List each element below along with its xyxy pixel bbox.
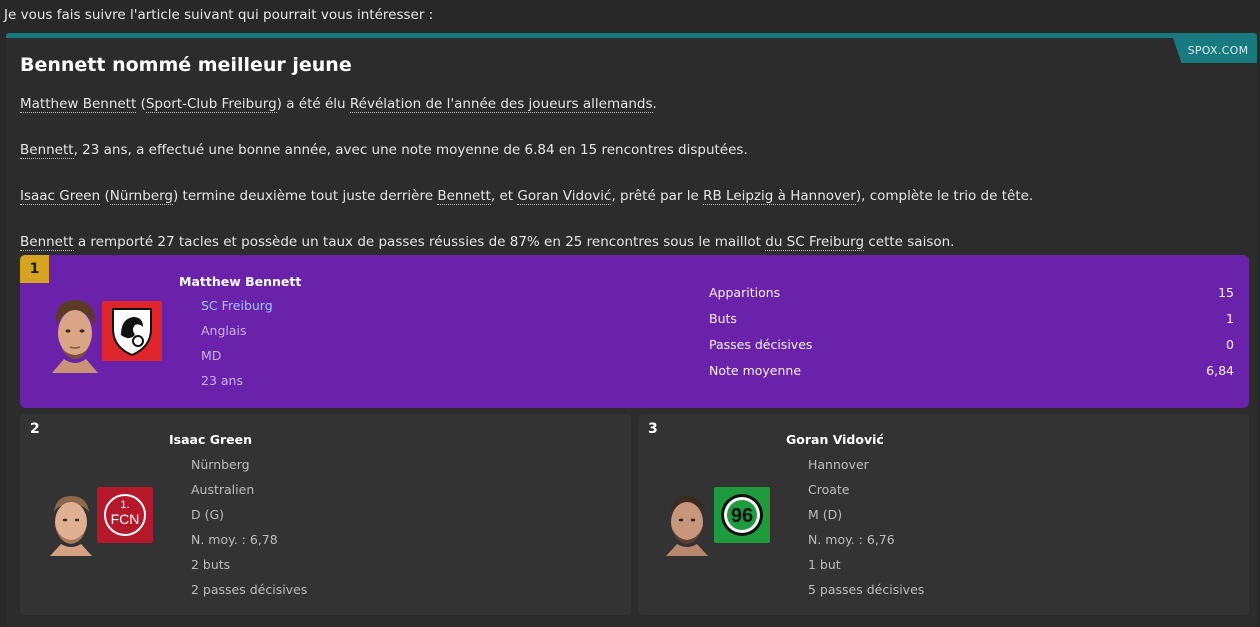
text: a remporté 27 tacles et possède un taux … — [73, 234, 766, 250]
player-face-icon[interactable] — [664, 492, 710, 556]
text: , prêté par le — [611, 188, 704, 204]
player-name[interactable]: Goran Vidović — [786, 432, 884, 447]
player-link[interactable]: Bennett — [437, 188, 491, 205]
player-age: 23 ans — [201, 373, 243, 388]
player-nationality: Anglais — [201, 323, 247, 338]
hannover96-crest-icon[interactable]: 96 — [714, 487, 770, 543]
player-position: D (G) — [191, 507, 225, 522]
rank-number: 2 — [30, 421, 40, 437]
fcn-crest-icon[interactable]: 1. FCN — [97, 487, 153, 543]
text: , 23 ans, a effectué une bonne année, av… — [73, 142, 748, 158]
player-club[interactable]: Nürnberg — [191, 457, 250, 472]
third-place-panel[interactable]: 3 96 Goran Vidović Hannover Croate M (D)… — [638, 414, 1249, 615]
player-rating: N. moy. : 6,78 — [191, 532, 278, 547]
player-face-icon[interactable] — [50, 297, 100, 373]
second-place-panel[interactable]: 2 1. FCN Isaac Green Nürnberg Australien… — [20, 414, 631, 615]
crest-letters: FCN — [111, 511, 140, 527]
player-stats-table: Apparitions 15 Buts 1 Passes décisives 0… — [709, 279, 1234, 383]
text: ( — [136, 96, 146, 112]
player-goals: 2 buts — [191, 557, 231, 572]
paragraph-3: Isaac Green (Nürnberg) termine deuxième … — [20, 188, 1034, 205]
player-assists: 2 passes décisives — [191, 582, 308, 597]
player-club[interactable]: SC Freiburg — [201, 298, 273, 313]
player-club[interactable]: Hannover — [808, 457, 869, 472]
paragraph-2: Bennett, 23 ans, a effectué une bonne an… — [20, 142, 748, 159]
text: ( — [100, 188, 110, 204]
player-face-icon[interactable] — [48, 492, 94, 556]
player-nationality: Australien — [191, 482, 255, 497]
paragraph-4: Bennett a remporté 27 tacles et possède … — [20, 234, 955, 251]
player-position: M (D) — [808, 507, 843, 522]
stat-label: Buts — [709, 310, 737, 326]
text: ) termine deuxième tout juste derrière — [173, 188, 438, 204]
stat-row: Buts 1 — [709, 305, 1234, 331]
stat-row: Passes décisives 0 — [709, 331, 1234, 357]
player-name[interactable]: Isaac Green — [169, 432, 252, 447]
source-tag[interactable]: SPOX.COM — [1173, 38, 1257, 63]
crest-number: 1. — [120, 499, 129, 511]
player-nationality: Croate — [808, 482, 850, 497]
stat-row: Note moyenne 6,84 — [709, 357, 1234, 383]
stat-label: Note moyenne — [709, 362, 802, 378]
crest-number: 96 — [731, 505, 753, 527]
stat-label: Apparitions — [709, 284, 781, 300]
club-link[interactable]: Sport-Club Freiburg — [145, 96, 277, 113]
player-link[interactable]: Goran Vidović — [517, 188, 612, 205]
loan-link[interactable]: RB Leipzig à Hannover — [703, 188, 856, 205]
rank-badge: 1 — [20, 255, 49, 283]
player-link[interactable]: Bennett — [20, 142, 74, 159]
stat-row: Apparitions 15 — [709, 279, 1234, 305]
stat-value: 6,84 — [1206, 362, 1234, 378]
freiburg-crest-icon[interactable] — [102, 301, 162, 361]
player-link[interactable]: Isaac Green — [20, 188, 101, 205]
player-link[interactable]: Bennett — [20, 234, 74, 251]
paragraph-1: Matthew Bennett (Sport-Club Freiburg) a … — [20, 96, 657, 113]
text: ) a été élu — [276, 96, 350, 112]
text: ), complète le trio de tête. — [855, 188, 1034, 204]
stat-value: 15 — [1218, 284, 1234, 300]
award-link[interactable]: Révélation de l'année des joueurs allema… — [349, 96, 653, 113]
player-link[interactable]: Matthew Bennett — [20, 96, 137, 113]
first-place-panel[interactable]: 1 Matthew Bennett SC Freiburg Anglais MD… — [20, 255, 1249, 408]
text: cette saison. — [864, 234, 955, 250]
stat-label: Passes décisives — [709, 336, 813, 352]
text: . — [652, 96, 657, 112]
player-assists: 5 passes décisives — [808, 582, 925, 597]
player-name[interactable]: Matthew Bennett — [179, 274, 301, 289]
intro-text: Je vous fais suivre l'article suivant qu… — [4, 7, 434, 23]
player-rating: N. moy. : 6,76 — [808, 532, 895, 547]
club-link[interactable]: du SC Freiburg — [765, 234, 865, 251]
text: , et — [490, 188, 518, 204]
player-position: MD — [201, 348, 222, 363]
club-link[interactable]: Nürnberg — [109, 188, 173, 205]
stat-value: 1 — [1226, 310, 1234, 326]
stat-value: 0 — [1226, 336, 1234, 352]
article-headline: Bennett nommé meilleur jeune — [20, 54, 352, 76]
rank-number: 3 — [648, 421, 658, 437]
player-goals: 1 but — [808, 557, 841, 572]
